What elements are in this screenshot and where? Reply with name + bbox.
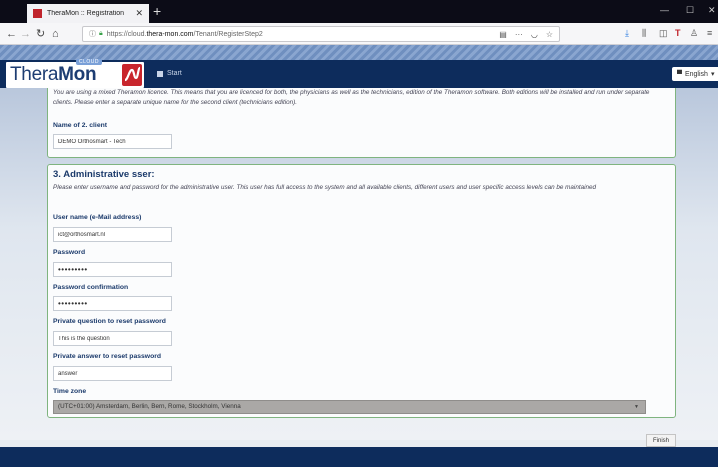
app-footer [0, 447, 718, 467]
content-area: You are using a mixed Theramon licence. … [0, 88, 718, 440]
extension-t-icon[interactable]: T [675, 28, 681, 38]
logo-wave-icon [122, 64, 142, 86]
url-prefix: https://cloud. [106, 30, 147, 38]
finish-button[interactable]: Finish [646, 434, 676, 447]
url-path: /Tenant/RegisterStep2 [193, 30, 263, 38]
close-tab-icon[interactable]: ✕ [135, 8, 143, 19]
chevron-down-icon: ▾ [710, 71, 715, 78]
password-confirm-label: Password confirmation [53, 284, 129, 291]
back-icon[interactable]: ← [6, 27, 17, 41]
grid-icon [157, 70, 163, 77]
library-icon[interactable]: ⫼ [642, 28, 646, 39]
answer-input[interactable] [53, 366, 172, 381]
header-stripe [0, 45, 718, 60]
forward-icon[interactable]: → [20, 27, 31, 41]
browser-tab-bar: TheraMon :: Registration ✕ + — ☐ ✕ [0, 0, 718, 23]
tab-title: TheraMon :: Registration [47, 10, 125, 17]
url-bar[interactable]: ⓘ 🔒︎ https://cloud. thera-mon.com/Tenant/… [82, 26, 560, 42]
admin-section-title: 3. Administrative sser: [53, 169, 155, 180]
url-host: thera-mon.com [146, 30, 194, 38]
timezone-value: (UTC+01:00) Amsterdam, Berlin, Bern, Rom… [58, 403, 241, 410]
pocket-icon[interactable]: ◡ [531, 30, 538, 39]
reader-view-icon[interactable]: ▤ [499, 30, 507, 39]
start-label: Start [167, 70, 182, 77]
theramon-logo[interactable]: TheraMon CLOUD [6, 59, 144, 88]
minimize-icon[interactable]: — [660, 5, 669, 15]
menu-icon[interactable]: ≡ [707, 28, 712, 38]
password-input[interactable] [53, 262, 172, 277]
home-icon[interactable]: ⌂ [52, 27, 59, 41]
language-label: English [684, 70, 708, 78]
logo-thera: Thera [10, 64, 59, 85]
lock-icon: 🔒︎ [99, 30, 103, 37]
timezone-select[interactable]: (UTC+01:00) Amsterdam, Berlin, Bern, Rom… [53, 400, 646, 414]
licence-note: You are using a mixed Theramon licence. … [53, 89, 650, 106]
password-confirm-input[interactable] [53, 296, 172, 311]
extension-person-icon[interactable]: ♙ [690, 28, 698, 39]
bookmark-star-icon[interactable]: ☆ [546, 30, 553, 39]
chevron-down-icon: ▼ [634, 404, 639, 410]
question-label: Private question to reset password [53, 318, 166, 325]
password-label: Password [53, 249, 86, 256]
answer-label: Private answer to reset password [53, 353, 162, 360]
client-name-input[interactable] [53, 134, 172, 149]
question-input[interactable] [53, 331, 172, 346]
page-actions-icon[interactable]: ··· [515, 30, 523, 39]
logo-cloud-badge: CLOUD [76, 59, 103, 65]
timezone-label: Time zone [53, 388, 87, 395]
browser-tab[interactable]: TheraMon :: Registration ✕ [27, 4, 149, 23]
browser-nav-bar: ← → ↻ ⌂ ⓘ 🔒︎ https://cloud. thera-mon.com… [0, 23, 718, 45]
logo-mon: Mon [58, 64, 97, 85]
reload-icon[interactable]: ↻ [36, 27, 45, 41]
client-panel: You are using a mixed Theramon licence. … [47, 88, 676, 158]
download-icon[interactable]: ⤓ [625, 28, 629, 39]
start-nav[interactable]: Start [157, 70, 182, 77]
new-tab-icon[interactable]: + [153, 3, 161, 19]
admin-user-panel: 3. Administrative sser: Please enter use… [47, 164, 676, 418]
maximize-icon[interactable]: ☐ [686, 5, 694, 16]
sidebar-icon[interactable]: ◫ [659, 28, 668, 39]
username-input[interactable] [53, 227, 172, 242]
close-window-icon[interactable]: ✕ [708, 5, 716, 16]
admin-note: Please enter username and password for t… [53, 184, 596, 191]
flag-icon: ▀ [677, 70, 682, 78]
client-name-label: Name of 2. client [53, 122, 108, 129]
language-selector[interactable]: ▀ English ▾ [672, 67, 718, 81]
theramon-favicon-icon [33, 9, 42, 18]
info-icon[interactable]: ⓘ [89, 29, 96, 39]
username-label: User name (e-Mail address) [53, 214, 142, 221]
